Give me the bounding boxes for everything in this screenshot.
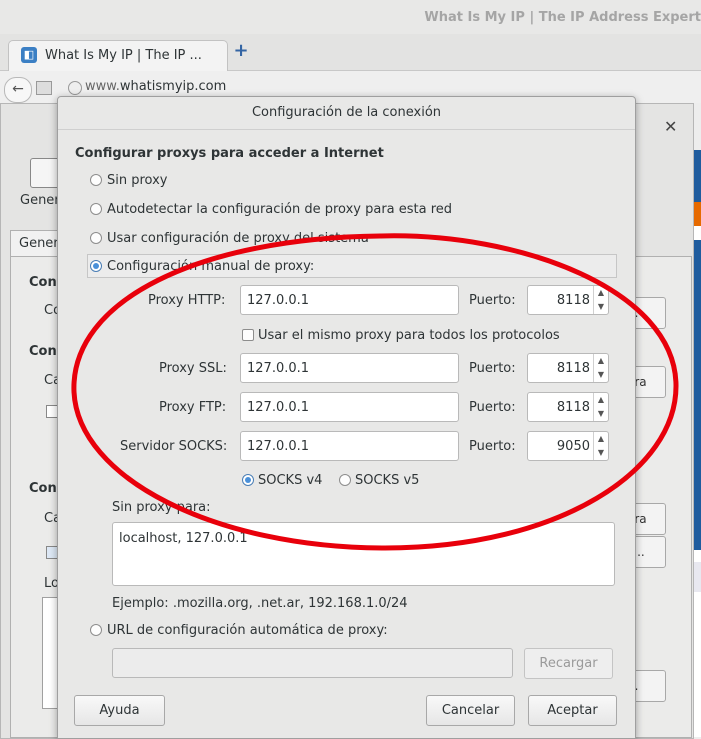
browser-tab[interactable]: ◧ What Is My IP | The IP ... (8, 40, 228, 71)
radio-autodetect[interactable] (90, 203, 102, 215)
http-port-stepper[interactable]: 8118 ▲ ▼ (527, 285, 609, 315)
radio-manual-proxy[interactable] (90, 260, 102, 272)
radio-socks-v4-label[interactable]: SOCKS v4 (258, 473, 322, 488)
socks-port-stepper[interactable]: 9050 ▲ ▼ (527, 431, 609, 461)
radio-auto-config-url-label[interactable]: URL de configuración automática de proxy… (107, 623, 388, 638)
radio-socks-v5-label[interactable]: SOCKS v5 (355, 473, 419, 488)
window-title: What Is My IP | The IP Address Expert (424, 10, 701, 25)
url-bar[interactable]: www.whatismyip.com (85, 79, 226, 94)
tab-label: What Is My IP | The IP ... (45, 48, 202, 63)
pref-section-heading: Con (29, 344, 57, 359)
chevron-down-icon[interactable]: ▼ (594, 368, 608, 382)
ftp-port-stepper[interactable]: 8118 ▲ ▼ (527, 392, 609, 422)
socks-port-label: Puerto: (469, 439, 516, 454)
chevron-down-icon[interactable]: ▼ (594, 300, 608, 314)
tab-bar: ◧ What Is My IP | The IP ... + (0, 34, 701, 71)
no-proxy-for-textarea[interactable]: localhost, 127.0.0.1 (112, 522, 615, 586)
dialog-title: Configuración de la conexión (251, 105, 442, 120)
stepper-arrows: ▲ ▼ (593, 432, 608, 460)
new-tab-plus-icon[interactable]: + (233, 42, 249, 60)
ftp-proxy-host-input[interactable] (240, 392, 459, 422)
radio-autodetect-label[interactable]: Autodetectar la configuración de proxy p… (107, 202, 452, 217)
accept-button[interactable]: Aceptar (528, 695, 617, 726)
ftp-port-value: 8118 (556, 400, 590, 415)
general-settings-icon[interactable] (30, 158, 60, 188)
proxy-section-heading: Configurar proxys para acceder a Interne… (75, 146, 384, 161)
radio-no-proxy-label[interactable]: Sin proxy (107, 173, 168, 188)
stepper-arrows: ▲ ▼ (593, 393, 608, 421)
radio-no-proxy[interactable] (90, 174, 102, 186)
stepper-arrows: ▲ ▼ (593, 286, 608, 314)
browser-titlebar: What Is My IP | The IP Address Expert (0, 0, 701, 35)
preferences-close-icon[interactable]: ✕ (664, 117, 677, 136)
socks-port-value: 9050 (556, 439, 590, 454)
page-grid-icon[interactable] (36, 81, 52, 95)
site-favicon-icon: ◧ (21, 47, 37, 63)
connection-settings-dialog: Configuración de la conexión Configurar … (57, 96, 636, 739)
back-arrow-icon[interactable]: ← (4, 77, 32, 103)
auto-config-url-input[interactable] (112, 648, 513, 678)
chevron-up-icon[interactable]: ▲ (594, 432, 608, 446)
http-port-value: 8118 (556, 293, 590, 308)
ftp-proxy-label: Proxy FTP: (159, 400, 227, 415)
globe-icon (68, 81, 82, 95)
pref-section-heading: Con (29, 275, 57, 290)
same-proxy-checkbox[interactable] (242, 329, 254, 341)
pref-toolbar-label: Gener (20, 193, 60, 208)
socks-host-label: Servidor SOCKS: (120, 439, 228, 454)
radio-auto-config-url[interactable] (90, 624, 102, 636)
ssl-port-value: 8118 (556, 361, 590, 376)
chevron-down-icon[interactable]: ▼ (594, 407, 608, 421)
cancel-button[interactable]: Cancelar (426, 695, 515, 726)
dialog-header: Configuración de la conexión (58, 97, 635, 130)
chevron-up-icon[interactable]: ▲ (594, 393, 608, 407)
ssl-proxy-host-input[interactable] (240, 353, 459, 383)
ssl-port-label: Puerto: (469, 361, 516, 376)
http-proxy-host-input[interactable] (240, 285, 459, 315)
pref-section-heading: Con (29, 481, 57, 496)
pref-tab-label: Gener (19, 236, 59, 251)
ssl-proxy-label: Proxy SSL: (159, 361, 227, 376)
http-proxy-label: Proxy HTTP: (148, 293, 226, 308)
chevron-down-icon[interactable]: ▼ (594, 446, 608, 460)
radio-socks-v4[interactable] (242, 474, 254, 486)
no-proxy-example-text: Ejemplo: .mozilla.org, .net.ar, 192.168.… (112, 596, 408, 611)
radio-system-proxy-label[interactable]: Usar configuración de proxy del sistema (107, 231, 369, 246)
ftp-port-label: Puerto: (469, 400, 516, 415)
reload-button[interactable]: Recargar (524, 648, 613, 679)
chevron-up-icon[interactable]: ▲ (594, 354, 608, 368)
radio-socks-v5[interactable] (339, 474, 351, 486)
stepper-arrows: ▲ ▼ (593, 354, 608, 382)
http-port-label: Puerto: (469, 293, 516, 308)
radio-manual-proxy-label[interactable]: Configuración manual de proxy: (107, 259, 314, 274)
ssl-port-stepper[interactable]: 8118 ▲ ▼ (527, 353, 609, 383)
chevron-up-icon[interactable]: ▲ (594, 286, 608, 300)
no-proxy-for-label: Sin proxy para: (112, 500, 211, 515)
help-button[interactable]: Ayuda (74, 695, 165, 726)
same-proxy-label[interactable]: Usar el mismo proxy para todos los proto… (258, 328, 560, 343)
socks-host-input[interactable] (240, 431, 459, 461)
radio-system-proxy[interactable] (90, 232, 102, 244)
